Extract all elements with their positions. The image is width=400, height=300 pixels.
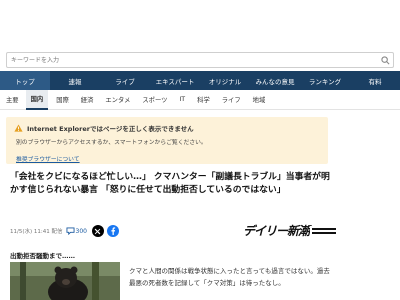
main-nav-item-live[interactable]: ライブ [100,71,150,90]
category-tab-main[interactable]: 主要 [6,90,19,110]
comment-count[interactable]: 300 [76,228,87,235]
category-nav: 主要 国内 国際 経済 エンタメ スポーツ IT 科学 ライフ 地域 [0,89,400,110]
article-meta: 11/5(水) 11:41 配信 300 [10,224,122,238]
main-nav-item-ranking[interactable]: ランキング [300,71,350,90]
section-label: 出動拒否騒動まで…… [10,252,75,260]
main-nav-item-top[interactable]: トップ [0,71,50,90]
category-tab-entertainment[interactable]: エンタメ [105,90,130,110]
x-icon [95,228,101,234]
main-nav-item-paid[interactable]: 有料 [350,71,400,90]
category-tab-sports[interactable]: スポーツ [142,90,167,110]
category-tab-world[interactable]: 国際 [56,90,69,110]
header-area [0,0,400,41]
browser-warning-banner: Internet Explorerではページを正しく表示できません 別のブラウザ… [6,117,328,164]
source-logo[interactable]: デイリー新潮 [243,222,339,239]
article-photo[interactable] [10,262,120,300]
category-tab-life[interactable]: ライフ [222,90,241,110]
category-tab-science[interactable]: 科学 [197,90,210,110]
main-nav-item-original[interactable]: オリジナル [200,71,250,90]
main-nav-item-opinion[interactable]: みんなの意見 [250,71,300,90]
bear-photo [10,262,120,300]
category-tab-it[interactable]: IT [179,90,185,110]
recommended-browsers-link[interactable]: 推奨ブラウザーについて [14,154,80,163]
warning-body: 別のブラウザーからアクセスするか、スマートフォンからご覧ください。 [16,140,207,146]
search-button[interactable] [377,53,393,67]
share-x-button[interactable] [91,225,104,237]
article-body: クマと人間の関係は戦争状態に入ったと言っても過言ではない。過去最悪の死者数を記録… [129,267,330,287]
warning-icon [14,124,23,132]
main-nav-item-flash[interactable]: 速報 [50,71,100,90]
source-logo-badge [310,225,339,236]
share-facebook-button[interactable] [106,225,119,237]
main-nav-item-expert[interactable]: エキスパート [150,71,200,90]
main-nav: トップ 速報 ライブ エキスパート オリジナル みんなの意見 ランキング 有料 [0,71,400,90]
search-icon [380,55,389,64]
publish-date: 11/5(水) 11:41 配信 [10,229,63,235]
category-tab-domestic[interactable]: 国内 [25,89,49,110]
facebook-icon [111,227,116,235]
warning-title-row: Internet Explorerではページを正しく表示できません [14,123,320,133]
comment-icon[interactable] [66,227,75,235]
category-tab-economy[interactable]: 経済 [81,90,94,110]
source-logo-text: デイリー新潮 [243,224,310,238]
category-tab-local[interactable]: 地域 [253,90,266,110]
search-bar [6,52,394,68]
warning-title: Internet Explorerではページを正しく表示できません [27,125,194,133]
search-input[interactable] [7,53,377,67]
article-headline: 「会社をクビになるほど忙しい…」 クマハンター「副議長トラブル」当事者が明かす信… [10,172,330,195]
